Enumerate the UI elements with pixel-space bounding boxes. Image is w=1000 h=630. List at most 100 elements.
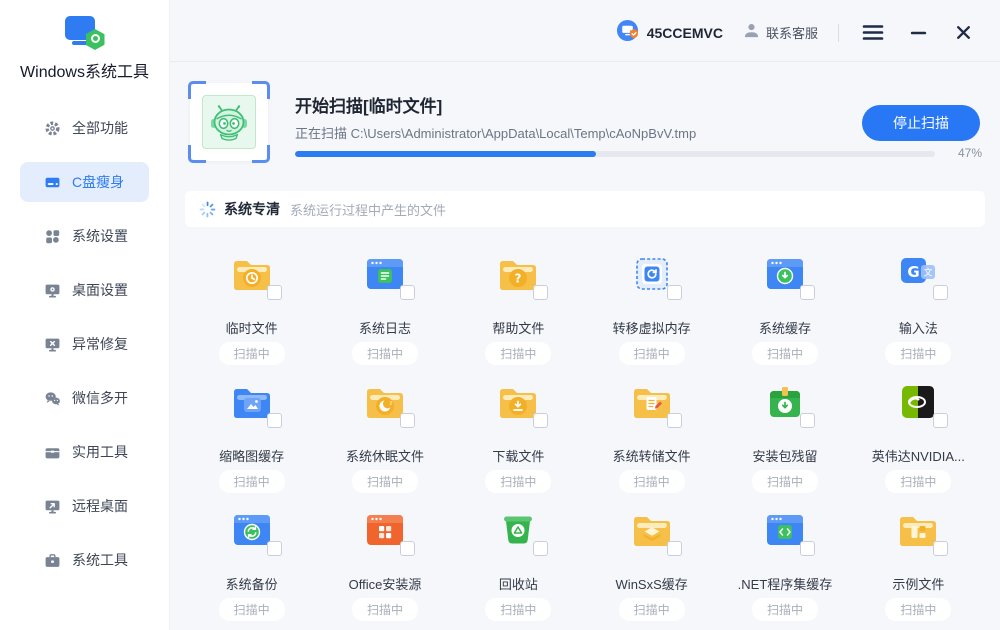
checkbox[interactable] <box>933 413 948 428</box>
briefcase-icon <box>44 552 61 569</box>
grid-item-installer-leftovers[interactable]: 安装包残留扫描中 <box>718 372 851 500</box>
grid-item-label: WinSxS缓存 <box>585 574 718 593</box>
minimize-icon[interactable] <box>904 19 932 47</box>
close-icon[interactable] <box>949 19 977 47</box>
checkbox[interactable] <box>667 413 682 428</box>
checkbox[interactable] <box>667 285 682 300</box>
status-badge: 扫描中 <box>219 598 285 621</box>
sidebar-item-remote-desktop[interactable]: 远程桌面 <box>20 486 149 526</box>
titlebar-divider <box>838 24 839 42</box>
status-badge: 扫描中 <box>485 470 551 493</box>
sidebar-item-error-repair[interactable]: 异常修复 <box>20 324 149 364</box>
grid-item-label: 系统转储文件 <box>585 446 718 465</box>
stop-scan-button[interactable]: 停止扫描 <box>862 105 980 141</box>
grid-item-dotnet-cache[interactable]: .NET程序集缓存扫描中 <box>718 500 851 628</box>
grid-item-label: 系统缓存 <box>718 318 851 337</box>
section-subtitle: 系统运行过程中产生的文件 <box>290 200 446 219</box>
disk-icon <box>44 174 61 191</box>
checkbox[interactable] <box>267 413 282 428</box>
app-title: Windows系统工具 <box>0 58 169 82</box>
hamburger-menu-icon[interactable] <box>859 19 887 47</box>
scan-progress-bar <box>295 151 935 157</box>
progress-fill <box>295 151 596 157</box>
robot-scan-icon <box>190 83 268 161</box>
grid-item-label: 系统日志 <box>318 318 451 337</box>
grid-item-thumbnail-cache[interactable]: 缩略图缓存扫描中 <box>185 372 318 500</box>
sidebar-item-label: 系统工具 <box>72 550 128 570</box>
checkbox[interactable] <box>667 541 682 556</box>
status-badge: 扫描中 <box>352 598 418 621</box>
grid-item-label: 系统备份 <box>185 574 318 593</box>
grid-item-label: Office安装源 <box>318 574 451 593</box>
grid-item-label: .NET程序集缓存 <box>718 574 851 593</box>
grid-item-dump-files[interactable]: 系统转储文件扫描中 <box>585 372 718 500</box>
checkbox[interactable] <box>400 413 415 428</box>
grid-item-temp-files[interactable]: 临时文件扫描中 <box>185 244 318 372</box>
grid-item-system-logs[interactable]: 系统日志扫描中 <box>318 244 451 372</box>
grid-item-download-files[interactable]: 下载文件扫描中 <box>452 372 585 500</box>
sidebar-item-all-features[interactable]: 全部功能 <box>20 108 149 148</box>
toolbox-icon <box>44 444 61 461</box>
status-badge: 扫描中 <box>619 598 685 621</box>
sidebar-item-label: 微信多开 <box>72 388 128 408</box>
grid-item-label: 示例文件 <box>852 574 985 593</box>
repair-icon <box>44 336 61 353</box>
grid-item-label: 转移虚拟内存 <box>585 318 718 337</box>
grid-item-recycle-bin[interactable]: 回收站扫描中 <box>452 500 585 628</box>
sidebar-item-system-settings[interactable]: 系统设置 <box>20 216 149 256</box>
checkbox[interactable] <box>400 541 415 556</box>
checkbox[interactable] <box>800 285 815 300</box>
sidebar-item-label: 实用工具 <box>72 442 128 462</box>
desktop-gear-icon <box>44 282 61 299</box>
sidebar-item-c-drive-slim[interactable]: C盘瘦身 <box>20 162 149 202</box>
sidebar-item-desktop-settings[interactable]: 桌面设置 <box>20 270 149 310</box>
checkbox[interactable] <box>800 413 815 428</box>
grid-item-hibernation-file[interactable]: z系统休眠文件扫描中 <box>318 372 451 500</box>
checkbox[interactable] <box>267 285 282 300</box>
status-badge: 扫描中 <box>485 598 551 621</box>
app-logo-icon <box>65 14 105 50</box>
user-badge-icon <box>616 19 639 47</box>
svg-text:z: z <box>389 401 392 407</box>
account-button[interactable]: 45CCEMVC <box>616 19 723 47</box>
grid-item-system-cache[interactable]: 系统缓存扫描中 <box>718 244 851 372</box>
status-badge: 扫描中 <box>885 470 951 493</box>
remote-desktop-icon <box>44 498 61 515</box>
contact-support-button[interactable]: 联系客服 <box>743 22 818 44</box>
titlebar: 45CCEMVC 联系客服 <box>170 0 1000 62</box>
main-content: 开始扫描[临时文件] 正在扫描 C:\Users\Administrator\A… <box>170 62 1000 630</box>
status-badge: 扫描中 <box>752 342 818 365</box>
status-badge: 扫描中 <box>752 598 818 621</box>
grid-item-winsxs-cache[interactable]: WinSxS缓存扫描中 <box>585 500 718 628</box>
status-badge: 扫描中 <box>885 598 951 621</box>
checkbox[interactable] <box>533 413 548 428</box>
grid-item-label: 帮助文件 <box>452 318 585 337</box>
gear-icon <box>44 120 61 137</box>
checkbox[interactable] <box>267 541 282 556</box>
sidebar-item-wechat-multi[interactable]: 微信多开 <box>20 378 149 418</box>
grid-item-office-source[interactable]: Office安装源扫描中 <box>318 500 451 628</box>
grid-item-virtual-memory-transfer[interactable]: 转移虚拟内存扫描中 <box>585 244 718 372</box>
scan-title: 开始扫描[临时文件] <box>295 92 442 117</box>
checkbox[interactable] <box>933 541 948 556</box>
grid-item-help-files[interactable]: ?帮助文件扫描中 <box>452 244 585 372</box>
sidebar-item-utility-tools[interactable]: 实用工具 <box>20 432 149 472</box>
checkbox[interactable] <box>400 285 415 300</box>
sidebar-item-label: 全部功能 <box>72 118 128 138</box>
grid-item-system-backup[interactable]: 系统备份扫描中 <box>185 500 318 628</box>
status-badge: 扫描中 <box>219 470 285 493</box>
sidebar-item-system-tools[interactable]: 系统工具 <box>20 540 149 580</box>
grid-item-label: 回收站 <box>452 574 585 593</box>
checkbox[interactable] <box>533 541 548 556</box>
grid-item-nvidia-cache[interactable]: 英伟达NVIDIA...扫描中 <box>852 372 985 500</box>
checkbox[interactable] <box>533 285 548 300</box>
scan-items-grid: 临时文件扫描中系统日志扫描中?帮助文件扫描中转移虚拟内存扫描中系统缓存扫描中G文… <box>185 244 985 628</box>
checkbox[interactable] <box>800 541 815 556</box>
grid-item-input-method[interactable]: G文输入法扫描中 <box>852 244 985 372</box>
checkbox[interactable] <box>933 285 948 300</box>
apps-icon <box>44 228 61 245</box>
spinner-icon <box>199 201 216 218</box>
section-banner: 系统专清 系统运行过程中产生的文件 <box>185 191 985 227</box>
grid-item-sample-files[interactable]: 示例文件扫描中 <box>852 500 985 628</box>
grid-item-label: 下载文件 <box>452 446 585 465</box>
